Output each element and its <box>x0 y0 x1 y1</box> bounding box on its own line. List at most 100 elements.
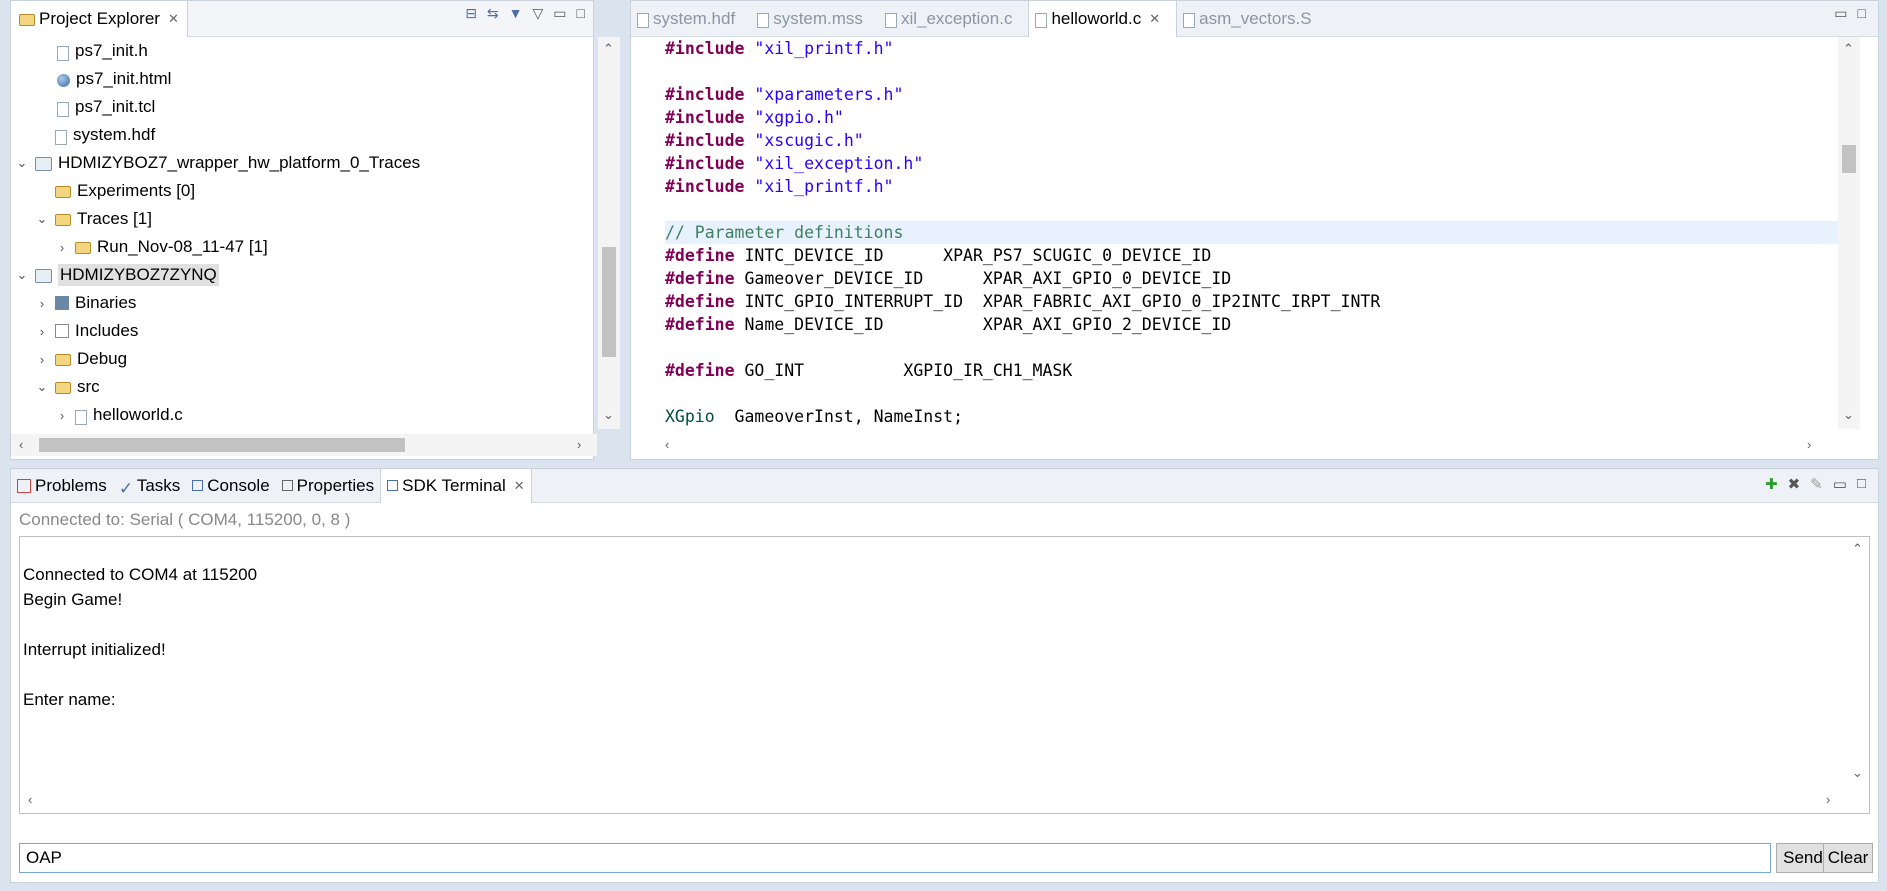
clear-button[interactable]: Clear <box>1823 843 1873 873</box>
close-icon[interactable]: ✕ <box>168 11 179 27</box>
scroll-up-icon[interactable]: ⌃ <box>603 41 614 57</box>
explorer-vertical-scrollbar[interactable]: ⌃ ⌄ <box>598 37 620 429</box>
link-editor-icon[interactable]: ⇆ <box>487 5 499 22</box>
maximize-icon[interactable]: □ <box>1857 475 1866 493</box>
tab-xil-exception-c[interactable]: xil_exception.c <box>879 1 1029 37</box>
hdf-file-icon <box>637 13 649 28</box>
edit-settings-icon[interactable]: ✎ <box>1810 475 1823 493</box>
code-line: #include "xparameters.h" <box>665 83 1838 106</box>
tree-item[interactable]: ⌄ HDMIZYBOZ7_wrapper_hw_platform_0_Trace… <box>15 149 421 177</box>
chevron-down-icon[interactable]: ⌄ <box>15 267 29 283</box>
tree-item[interactable]: ps7_init.tcl <box>57 93 155 121</box>
output-line: Interrupt initialized! <box>23 640 166 659</box>
minimize-icon[interactable]: ▭ <box>553 5 566 22</box>
tab-tasks[interactable]: ✓ Tasks <box>113 469 186 503</box>
folder-icon <box>55 354 71 366</box>
chevron-right-icon[interactable]: › <box>55 408 69 423</box>
tree-item[interactable]: › Binaries <box>35 289 137 317</box>
code-text-area[interactable]: #include "xil_printf.h" #include "xparam… <box>665 37 1838 428</box>
terminal-horizontal-scrollbar[interactable]: ‹ › <box>20 789 1846 811</box>
tab-label: helloworld.c <box>1051 8 1142 28</box>
add-connection-icon[interactable]: ✚ <box>1765 475 1778 493</box>
terminal-output[interactable]: Connected to COM4 at 115200 Begin Game! … <box>19 536 1870 814</box>
send-text-input[interactable]: OAP <box>19 843 1771 873</box>
collapse-all-icon[interactable]: ⊟ <box>465 5 477 22</box>
minimize-icon[interactable]: ▭ <box>1833 475 1847 493</box>
chevron-right-icon[interactable]: › <box>35 296 49 311</box>
console-icon <box>192 480 204 491</box>
tree-item[interactable]: › Includes <box>35 317 139 345</box>
tree-item-label: Debug <box>77 349 128 368</box>
chevron-down-icon[interactable]: ⌄ <box>35 211 49 227</box>
scroll-up-icon[interactable]: ⌃ <box>1852 541 1863 557</box>
scroll-down-icon[interactable]: ⌄ <box>1852 765 1863 781</box>
scroll-down-icon[interactable]: ⌄ <box>1843 407 1854 423</box>
tree-item[interactable]: ps7_init.html <box>57 65 171 93</box>
tree-item[interactable]: › Debug <box>35 345 127 373</box>
tab-properties[interactable]: Properties <box>276 469 380 503</box>
tree-item[interactable]: ps7_init.h <box>57 37 148 65</box>
chevron-right-icon[interactable]: › <box>35 324 49 339</box>
close-icon[interactable]: ✕ <box>514 478 525 494</box>
scroll-down-icon[interactable]: ⌄ <box>603 407 614 423</box>
send-button[interactable]: Send <box>1776 843 1830 873</box>
scroll-thumb[interactable] <box>602 247 616 357</box>
project-icon <box>35 269 52 283</box>
tree-item[interactable]: ⌄ Traces [1] <box>35 205 152 233</box>
chevron-right-icon[interactable]: › <box>35 352 49 367</box>
tree-item[interactable]: system.hdf <box>55 121 155 149</box>
tab-sdk-terminal[interactable]: SDK Terminal ✕ <box>380 468 532 503</box>
editor-horizontal-scrollbar[interactable]: ‹ › <box>661 434 1833 456</box>
minimize-icon[interactable]: ▭ <box>1834 5 1847 22</box>
explorer-horizontal-scrollbar[interactable]: ‹ › <box>11 434 597 456</box>
scroll-right-icon[interactable]: › <box>577 437 581 452</box>
maximize-icon[interactable]: □ <box>577 5 585 22</box>
tab-system-mss[interactable]: system.mss <box>751 1 879 37</box>
tab-helloworld-c[interactable]: helloworld.c ✕ <box>1028 0 1178 37</box>
view-menu-icon[interactable]: ▽ <box>533 5 544 22</box>
filter-icon[interactable]: ▼ <box>509 5 523 22</box>
tab-problems[interactable]: Problems <box>11 469 113 503</box>
tree-item[interactable]: Experiments [0] <box>55 177 195 205</box>
c-file-icon <box>75 409 87 425</box>
chevron-right-icon[interactable]: › <box>55 240 69 255</box>
tree-item[interactable]: › Run_Nov-08_11-47 [1] <box>55 233 268 261</box>
folder-icon <box>55 214 71 226</box>
code-line: #include "xil_printf.h" <box>665 175 1838 198</box>
scroll-left-icon[interactable]: ‹ <box>19 437 23 452</box>
c-file-icon <box>884 13 897 28</box>
folder-icon <box>75 242 91 254</box>
comment: // Parameter definitions <box>665 223 904 242</box>
close-icon[interactable]: ✕ <box>1149 11 1160 27</box>
maximize-icon[interactable]: □ <box>1858 5 1866 22</box>
scroll-left-icon[interactable]: ‹ <box>665 437 669 452</box>
code-text: GO_INT XGPIO_IR_CH1_MASK <box>734 361 1073 380</box>
scroll-right-icon[interactable]: › <box>1826 792 1830 807</box>
scroll-left-icon[interactable]: ‹ <box>28 792 32 807</box>
disconnect-icon[interactable]: ✖ <box>1788 475 1801 493</box>
string-literal: "xscugic.h" <box>744 131 864 150</box>
scroll-up-icon[interactable]: ⌃ <box>1843 41 1854 57</box>
connection-status: Connected to: Serial ( COM4, 115200, 0, … <box>19 510 351 529</box>
output-line: Begin Game! <box>23 590 123 609</box>
code-line-current: // Parameter definitions <box>665 221 1838 244</box>
editor-vertical-scrollbar[interactable]: ⌃ ⌄ <box>1838 37 1860 429</box>
tab-project-explorer[interactable]: Project Explorer ✕ <box>11 0 188 37</box>
tree-item[interactable]: ⌄ src <box>35 373 100 401</box>
chevron-down-icon[interactable]: ⌄ <box>15 155 29 171</box>
tree-item[interactable]: ⌄ HDMIZYBOZ7ZYNQ <box>15 261 219 289</box>
scroll-right-icon[interactable]: › <box>1807 437 1811 452</box>
tab-asm-vectors-s[interactable]: asm_vectors.S <box>1177 1 1327 37</box>
scroll-thumb[interactable] <box>39 438 405 452</box>
code-line: XGpio GameoverInst, NameInst; <box>665 405 1838 428</box>
tree-item[interactable]: › helloworld.c <box>55 401 183 427</box>
code-line: #define INTC_DEVICE_ID XPAR_PS7_SCUGIC_0… <box>665 244 1838 267</box>
tab-system-hdf[interactable]: system.hdf <box>631 1 751 37</box>
scroll-thumb[interactable] <box>1842 145 1856 173</box>
includes-icon <box>55 324 69 338</box>
keyword: #define <box>665 315 735 334</box>
tab-console[interactable]: Console <box>186 469 275 503</box>
terminal-vertical-scrollbar[interactable]: ⌃ ⌄ <box>1847 537 1869 787</box>
chevron-down-icon[interactable]: ⌄ <box>35 379 49 395</box>
